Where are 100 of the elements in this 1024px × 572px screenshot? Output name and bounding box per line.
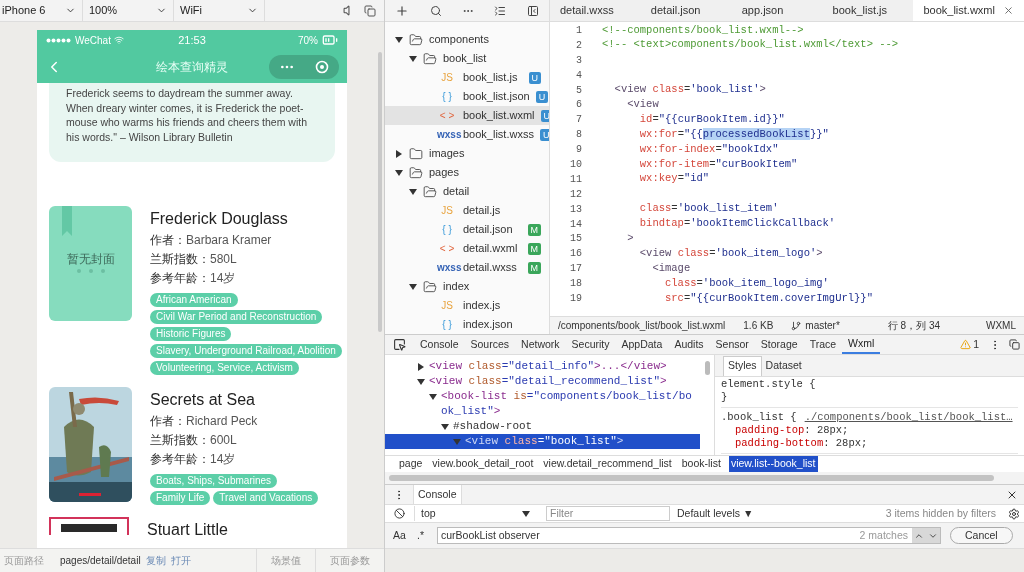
- book-title[interactable]: Stuart Little: [147, 521, 228, 539]
- breadcrumb[interactable]: page: [397, 456, 425, 472]
- search-icon[interactable]: [429, 4, 442, 17]
- file-row[interactable]: { } detail.json M: [385, 220, 549, 239]
- devtools-tab[interactable]: Sources: [464, 335, 516, 354]
- scrollbar-thumb[interactable]: [705, 361, 710, 375]
- disclosure-triangle-icon[interactable]: [417, 363, 425, 371]
- file-row[interactable]: { } index.json: [385, 315, 549, 334]
- carrier-label: WeChat: [75, 33, 111, 48]
- panel-collapse-icon[interactable]: [526, 4, 539, 17]
- disclosure-triangle-icon[interactable]: [417, 378, 425, 386]
- code-line: wx:for-item="curBookItem": [638, 156, 798, 172]
- code-line: id="{{curBookItem.id}}": [638, 111, 785, 127]
- disclosure-triangle-icon[interactable]: [409, 282, 417, 291]
- disclosure-triangle-icon[interactable]: [409, 187, 417, 196]
- breadcrumb[interactable]: book-list: [679, 456, 723, 472]
- devtools-tab[interactable]: Network: [515, 335, 566, 354]
- toolbar-select[interactable]: iPhone 6: [0, 0, 83, 21]
- line-number: 13: [569, 202, 582, 217]
- target-icon[interactable]: [315, 59, 329, 74]
- book-description: Frederick seems to daydream the summer away. When dreary winter comes, it is Frederick the poet-mouse who warms his friends and cheers them with his words." – Wilson Library Bulletin: [66, 86, 309, 144]
- disclosure-triangle-icon[interactable]: [441, 423, 449, 431]
- disclosure-triangle-icon[interactable]: [395, 168, 403, 177]
- add-icon[interactable]: [395, 3, 410, 18]
- dom-node-text: <book-list is="components/book_list/book_list">: [441, 389, 693, 419]
- disclosure-triangle-icon[interactable]: [409, 54, 417, 63]
- editor-tab[interactable]: book_list.js: [822, 0, 914, 21]
- styles-tab[interactable]: Dataset: [761, 355, 806, 376]
- folder-row[interactable]: index: [385, 277, 549, 296]
- genre-tag: Civil War Period and Reconstruction: [150, 310, 323, 324]
- editor-tab[interactable]: book_list.wxml: [913, 0, 1024, 21]
- file-row[interactable]: wxssdetail.wxss M: [385, 258, 549, 277]
- dom-node[interactable]: <view class="book_list">: [385, 434, 700, 449]
- folder-row[interactable]: book_list: [385, 49, 549, 68]
- folder-row[interactable]: detail: [385, 182, 549, 201]
- settings-icon[interactable]: [1008, 507, 1020, 520]
- editor-tab[interactable]: app.json: [731, 0, 823, 21]
- devtools-tab[interactable]: Sensor: [709, 335, 755, 354]
- folder-row[interactable]: images: [385, 144, 549, 163]
- dom-node[interactable]: #shadow-root: [385, 419, 700, 434]
- file-size: 1.6 KB: [743, 319, 774, 333]
- code-line: <view class='book_list'>: [613, 82, 766, 98]
- toolbar-select[interactable]: WiFi: [174, 0, 265, 21]
- filter-field[interactable]: Filter: [546, 506, 670, 521]
- inspect-icon[interactable]: [393, 338, 406, 351]
- breadcrumb[interactable]: view.detail_recommend_list: [541, 456, 674, 472]
- folder-row[interactable]: components: [385, 30, 549, 49]
- context-select[interactable]: top: [414, 505, 534, 522]
- code-line: >: [626, 231, 634, 247]
- file-row[interactable]: { } book_list.json U: [385, 87, 549, 106]
- file-row[interactable]: wxssbook_list.wxss U: [385, 125, 549, 144]
- file-row[interactable]: JS detail.js: [385, 201, 549, 220]
- clear-console-icon[interactable]: [394, 508, 405, 519]
- collapse-list-icon[interactable]: [494, 4, 507, 17]
- dom-node[interactable]: <view class="detail_info">...</view>: [385, 359, 700, 374]
- file-name: book_list.wxml: [463, 108, 535, 124]
- disclosure-triangle-icon[interactable]: [395, 35, 403, 44]
- disclosure-triangle-icon[interactable]: [429, 393, 437, 401]
- log-levels-select[interactable]: Default levels ▼: [677, 505, 754, 522]
- page-title: 绘本查询精灵: [156, 58, 228, 76]
- capsule-menu[interactable]: [269, 54, 339, 79]
- warning-count[interactable]: 1: [973, 336, 979, 353]
- git-status-badge: M: [527, 223, 541, 236]
- scrollbar-thumb[interactable]: [389, 475, 994, 481]
- devtools-tab[interactable]: Storage: [754, 335, 804, 354]
- regex-toggle[interactable]: .*: [417, 527, 437, 544]
- window-icon[interactable]: [364, 4, 376, 17]
- toolbar-select[interactable]: 100%: [83, 0, 174, 21]
- dom-node-text: <view class="detail_info">...</view>: [429, 359, 667, 374]
- folder-row[interactable]: pages: [385, 163, 549, 182]
- disclosure-triangle-icon[interactable]: [395, 149, 403, 158]
- cancel-button[interactable]: Cancel: [950, 527, 1013, 544]
- file-name: components: [429, 32, 490, 48]
- language-mode[interactable]: WXML: [986, 318, 1016, 333]
- devtools-tab[interactable]: Console: [414, 335, 465, 354]
- devtools-tab[interactable]: AppData: [615, 335, 669, 354]
- devtools-tab[interactable]: Security: [565, 335, 616, 354]
- file-row[interactable]: JS index.js: [385, 296, 549, 315]
- breadcrumb[interactable]: view.book_detail_root: [430, 456, 536, 472]
- editor-tab[interactable]: detail.wxss: [550, 0, 641, 21]
- file-row[interactable]: < > detail.wxml M: [385, 239, 549, 258]
- cursor-position[interactable]: 行 8，列 34: [887, 318, 941, 333]
- dom-node[interactable]: <view class="detail_recommend_list">: [385, 374, 700, 389]
- file-row[interactable]: < > book_list.wxml U: [385, 106, 549, 125]
- match-case-toggle[interactable]: Aa: [393, 527, 417, 544]
- devtools-tab[interactable]: Trace: [803, 335, 843, 354]
- dom-node[interactable]: <book-list is="components/book_list/book_list">: [385, 389, 700, 419]
- breadcrumb[interactable]: view.list--book_list: [728, 456, 818, 472]
- dock-icon[interactable]: [1009, 339, 1020, 350]
- source-link[interactable]: ./components/book_list/book_list…: [804, 410, 1013, 424]
- book-title[interactable]: Frederick Douglass: [150, 210, 335, 228]
- devtools-tab[interactable]: Audits: [668, 335, 710, 354]
- editor-tab[interactable]: detail.json: [640, 0, 732, 21]
- file-name: book_list.js: [463, 70, 519, 86]
- book-title[interactable]: Secrets at Sea: [150, 391, 335, 409]
- scrollbar-thumb[interactable]: [378, 52, 382, 332]
- styles-tab[interactable]: Styles: [723, 355, 762, 376]
- console-tab[interactable]: Console: [413, 485, 462, 504]
- file-row[interactable]: JS book_list.js U: [385, 68, 549, 87]
- branch-name[interactable]: master*: [805, 318, 840, 333]
